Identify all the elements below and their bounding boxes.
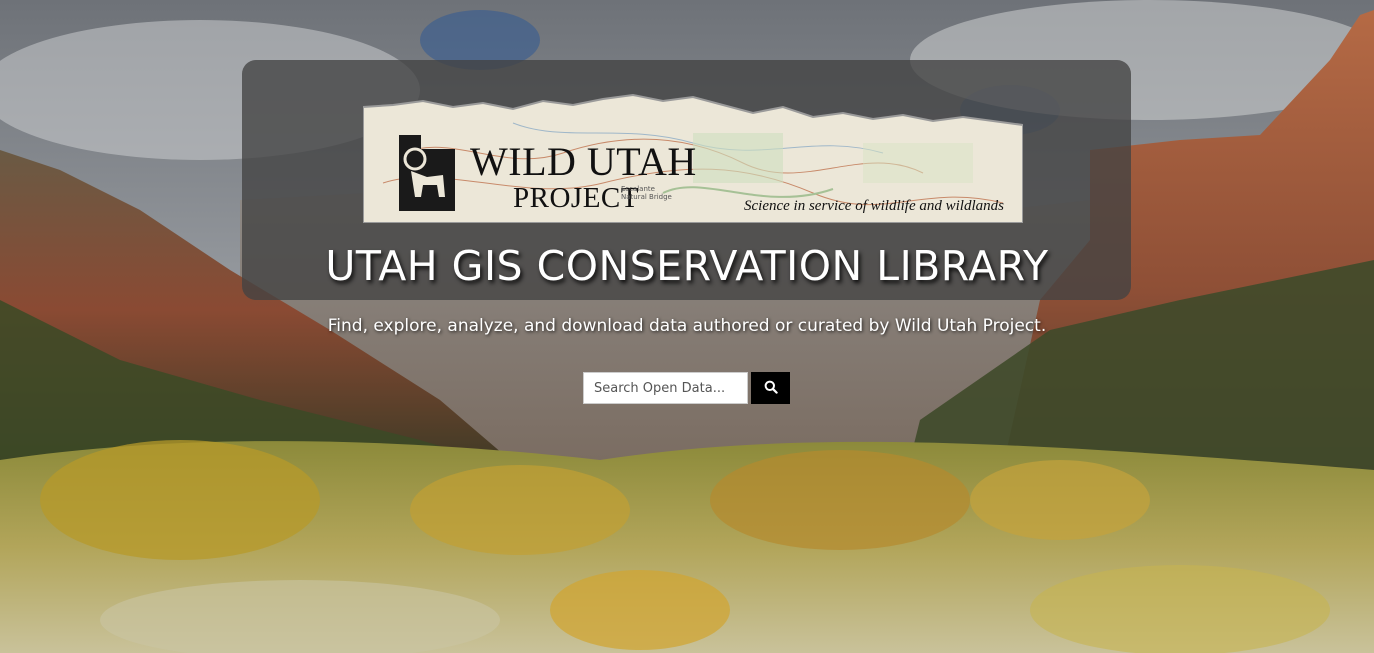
search-form	[583, 372, 790, 404]
search-icon	[764, 380, 778, 397]
logo-map-label: Escalante Natural Bridge	[621, 185, 672, 202]
page-subtitle: Find, explore, analyze, and download dat…	[327, 316, 1047, 336]
page-title: UTAH GIS CONSERVATION LIBRARY	[325, 242, 1049, 290]
logo-wordmark-wild-utah: WILD UTAH	[470, 139, 697, 184]
logo-tagline: Science in service of wildlife and wildl…	[744, 198, 1004, 214]
search-input[interactable]	[583, 372, 748, 404]
search-button[interactable]	[751, 372, 790, 404]
